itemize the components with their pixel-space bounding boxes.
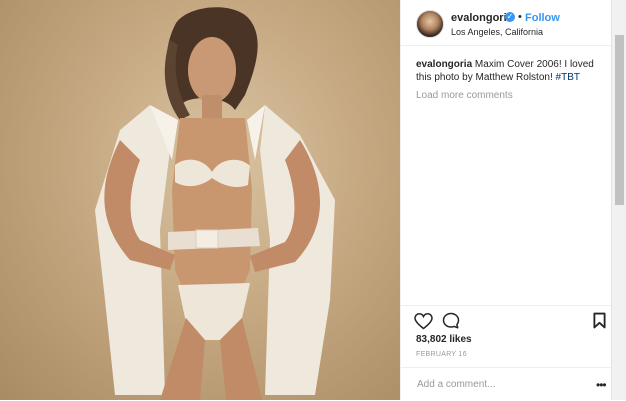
scrollbar-thumb[interactable] <box>615 35 624 205</box>
comment-bar: ••• <box>401 367 615 401</box>
post-details-panel: evalongoria ✓ • Follow Los Angeles, Cali… <box>400 0 615 400</box>
caption-username[interactable]: evalongoria <box>416 59 472 70</box>
header-separator: • <box>518 11 522 23</box>
comment-input[interactable] <box>415 375 589 393</box>
instagram-post-window: evalongoria ✓ • Follow Los Angeles, Cali… <box>0 0 626 400</box>
avatar[interactable] <box>416 10 444 38</box>
post-photo[interactable] <box>0 0 400 400</box>
scrollbar[interactable] <box>611 0 626 400</box>
comment-bubble-icon[interactable] <box>442 312 460 330</box>
caption-hashtag[interactable]: #TBT <box>556 72 580 83</box>
location-link[interactable]: Los Angeles, California <box>451 27 543 37</box>
post-actions <box>401 305 615 336</box>
likes-count[interactable]: 83,802 likes <box>416 334 472 345</box>
bookmark-icon[interactable] <box>593 312 606 329</box>
post-date[interactable]: FEBRUARY 16 <box>416 351 467 358</box>
more-options-icon[interactable]: ••• <box>596 378 607 392</box>
load-more-comments-link[interactable]: Load more comments <box>416 90 513 101</box>
follow-button[interactable]: Follow <box>525 12 560 24</box>
heart-icon[interactable] <box>414 313 433 330</box>
post-caption: evalongoria Maxim Cover 2006! I loved th… <box>416 58 606 84</box>
post-header: evalongoria ✓ • Follow Los Angeles, Cali… <box>401 0 615 46</box>
username-link[interactable]: evalongoria <box>451 12 513 24</box>
photo-illustration <box>95 7 335 400</box>
verified-badge-icon: ✓ <box>505 12 515 22</box>
